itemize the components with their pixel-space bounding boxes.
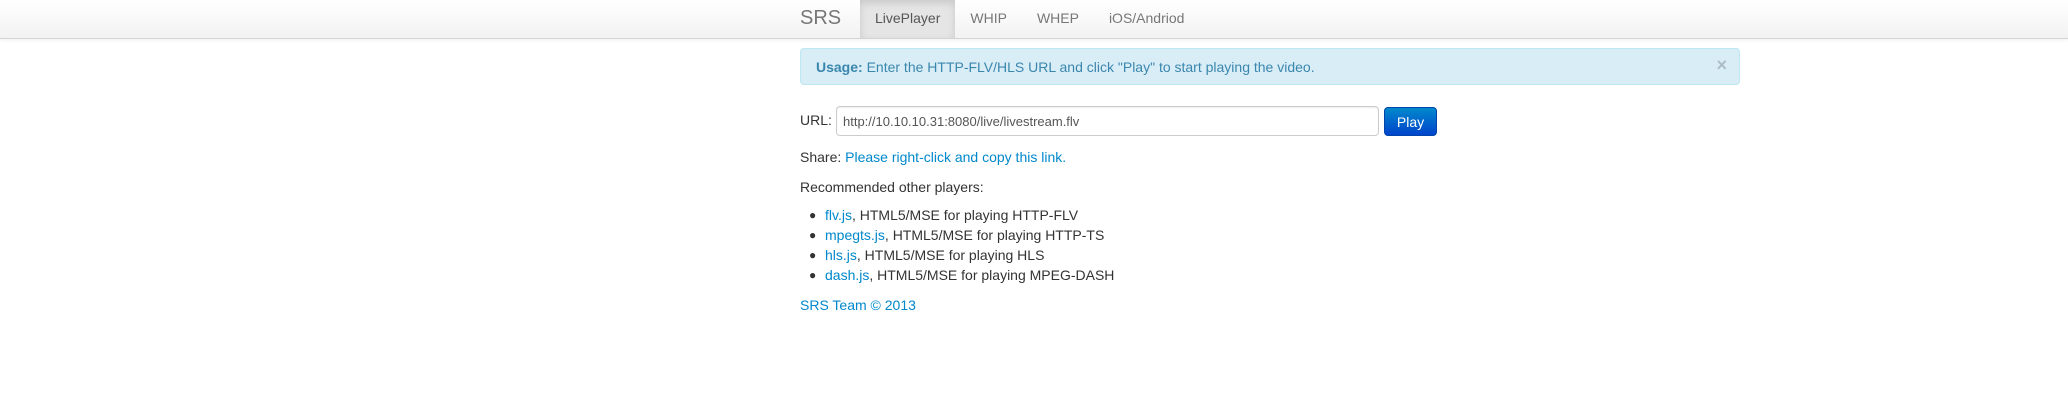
share-link[interactable]: Please right-click and copy this link. [845,149,1066,165]
recommend-heading: Recommended other players: [800,179,984,195]
nav-tabs: LivePlayer WHIP WHEP iOS/Andriod [860,0,1199,38]
player-list: ● flv.js, HTML5/MSE for playing HTTP-FLV… [800,205,1114,285]
dashjs-link[interactable]: dash.js [825,267,869,283]
url-input[interactable] [836,106,1379,136]
bullet-icon: ● [809,248,817,262]
flvjs-link[interactable]: flv.js [825,207,852,223]
list-item: ● mpegts.js, HTML5/MSE for playing HTTP-… [800,225,1114,245]
tab-whip[interactable]: WHIP [955,0,1022,38]
tab-liveplayer[interactable]: LivePlayer [860,0,956,38]
url-label: URL: [800,112,832,128]
tab-ios-android[interactable]: iOS/Andriod [1094,0,1199,38]
brand-logo[interactable]: SRS [800,0,841,38]
tab-whep[interactable]: WHEP [1022,0,1094,38]
bullet-icon: ● [809,228,817,242]
player-description: , HTML5/MSE for playing MPEG-DASH [869,267,1115,283]
bullet-icon: ● [809,268,817,282]
top-navbar: SRS LivePlayer WHIP WHEP iOS/Andriod [0,0,2068,39]
share-row: Share: Please right-click and copy this … [800,147,1066,167]
list-item: ● hls.js, HTML5/MSE for playing HLS [800,245,1114,265]
mpegtsjs-link[interactable]: mpegts.js [825,227,885,243]
list-item: ● flv.js, HTML5/MSE for playing HTTP-FLV [800,205,1114,225]
alert-message: Enter the HTTP-FLV/HLS URL and click "Pl… [866,59,1315,75]
hlsjs-link[interactable]: hls.js [825,247,857,263]
player-description: , HTML5/MSE for playing HTTP-FLV [851,207,1079,223]
footer-link[interactable]: SRS Team © 2013 [800,297,916,313]
usage-alert: Usage: Enter the HTTP-FLV/HLS URL and cl… [800,48,1740,85]
bullet-icon: ● [809,208,817,222]
play-button[interactable]: Play [1384,107,1437,136]
close-icon[interactable]: × [1716,55,1727,75]
alert-content: Usage: Enter the HTTP-FLV/HLS URL and cl… [816,49,1315,85]
player-description: , HTML5/MSE for playing HTTP-TS [884,227,1105,243]
player-description: , HTML5/MSE for playing HLS [856,247,1045,263]
list-item: ● dash.js, HTML5/MSE for playing MPEG-DA… [800,265,1114,285]
alert-title: Usage: [816,59,863,75]
share-label: Share: [800,149,842,165]
footer: SRS Team © 2013 [800,295,916,315]
